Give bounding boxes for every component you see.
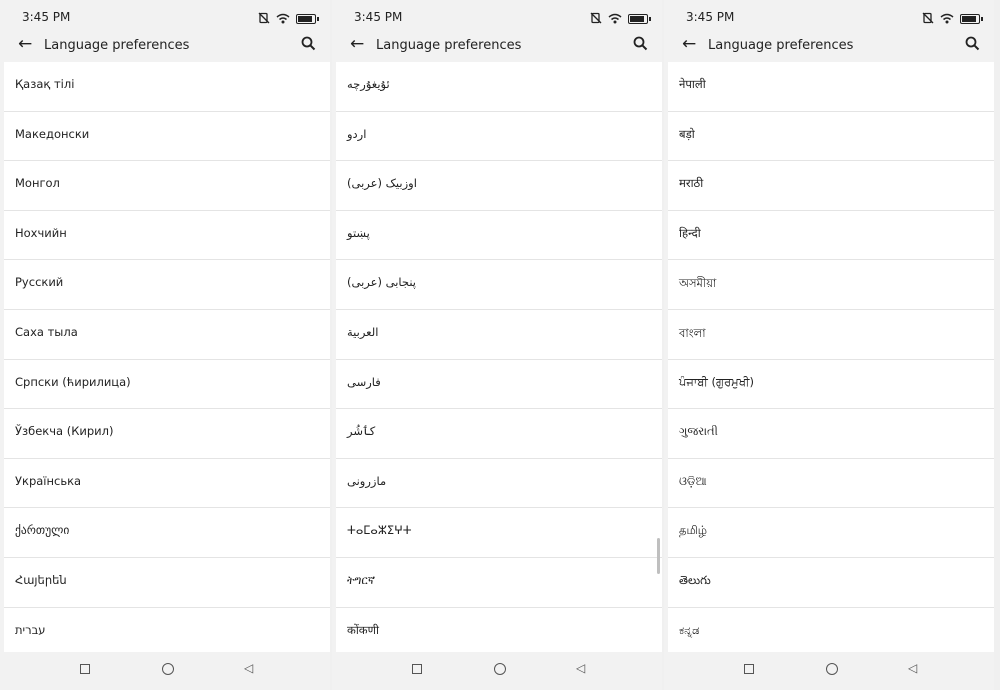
- status-time: 3:45 PM: [354, 10, 403, 24]
- language-list: नेपाली बड़ो मराठी हिन्दी অসমীয়া বাংলা ਪ…: [668, 62, 994, 652]
- recents-square-icon[interactable]: [744, 664, 754, 674]
- back-triangle-icon[interactable]: ◁: [908, 661, 917, 675]
- status-bar: 3:45 PM: [664, 0, 994, 34]
- status-bar: 3:45 PM: [0, 0, 330, 34]
- page-title: Language preferences: [708, 38, 854, 53]
- status-time: 3:45 PM: [686, 10, 735, 24]
- recents-square-icon[interactable]: [80, 664, 90, 674]
- phone-screen-2: 3:45 PM ← Language preferences ئۇيغۇرچە …: [332, 0, 662, 690]
- language-item[interactable]: ગુજરાતી: [668, 409, 994, 459]
- recents-square-icon[interactable]: [412, 664, 422, 674]
- language-item[interactable]: Монгол: [4, 161, 330, 211]
- mute-icon: [922, 9, 934, 28]
- back-triangle-icon[interactable]: ◁: [576, 661, 585, 675]
- search-icon[interactable]: [633, 36, 648, 55]
- phone-screen-1: 3:45 PM ← Language preferences Қазақ тіл…: [0, 0, 330, 690]
- navigation-bar: ◁: [4, 652, 330, 686]
- language-item[interactable]: বাংলা: [668, 310, 994, 360]
- language-item[interactable]: Հայերեն: [4, 558, 330, 608]
- home-circle-icon[interactable]: [826, 663, 838, 675]
- language-item[interactable]: Русский: [4, 260, 330, 310]
- wifi-icon: [940, 9, 954, 28]
- language-item[interactable]: مازرونی: [336, 459, 662, 509]
- mute-icon: [590, 9, 602, 28]
- back-triangle-icon[interactable]: ◁: [244, 661, 253, 675]
- app-bar: ← Language preferences: [0, 30, 330, 62]
- language-item[interactable]: پښتو: [336, 211, 662, 261]
- battery-icon: [296, 13, 319, 24]
- language-item[interactable]: தமிழ்: [668, 508, 994, 558]
- language-item[interactable]: עברית: [4, 608, 330, 658]
- battery-icon: [960, 13, 983, 24]
- status-time: 3:45 PM: [22, 10, 71, 24]
- language-item[interactable]: Ўзбекча (Кирил): [4, 409, 330, 459]
- language-item[interactable]: ⵜⴰⵎⴰⵣⵉⵖⵜ: [336, 508, 662, 558]
- language-item[interactable]: اوزبیک (عربی): [336, 161, 662, 211]
- language-item[interactable]: Српски (ћирилица): [4, 360, 330, 410]
- wifi-icon: [608, 9, 622, 28]
- language-item[interactable]: کٲشُر: [336, 409, 662, 459]
- page-title: Language preferences: [376, 38, 522, 53]
- language-item[interactable]: Нохчийн: [4, 211, 330, 261]
- language-list: ئۇيغۇرچە اردو اوزبیک (عربی) پښتو پنجابی …: [336, 62, 662, 652]
- battery-icon: [628, 13, 651, 24]
- language-item[interactable]: नेपाली: [668, 62, 994, 112]
- language-item[interactable]: ಕನ್ನಡ: [668, 608, 994, 658]
- language-item[interactable]: অসমীয়া: [668, 260, 994, 310]
- language-item[interactable]: ਪੰਜਾਬੀ (ਗੁਰਮੁਖੀ): [668, 360, 994, 410]
- language-item[interactable]: فارسی: [336, 360, 662, 410]
- language-item[interactable]: Македонски: [4, 112, 330, 162]
- language-item[interactable]: Українська: [4, 459, 330, 509]
- language-item[interactable]: ትግርኛ: [336, 558, 662, 608]
- navigation-bar: ◁: [668, 652, 994, 686]
- language-item[interactable]: मराठी: [668, 161, 994, 211]
- language-list: Қазақ тілі Македонски Монгол Нохчийн Рус…: [4, 62, 330, 652]
- home-circle-icon[interactable]: [494, 663, 506, 675]
- back-arrow-icon[interactable]: ←: [18, 35, 32, 53]
- language-item[interactable]: العربية: [336, 310, 662, 360]
- back-arrow-icon[interactable]: ←: [682, 35, 696, 53]
- language-item[interactable]: اردو: [336, 112, 662, 162]
- back-arrow-icon[interactable]: ←: [350, 35, 364, 53]
- mute-icon: [258, 9, 270, 28]
- language-item[interactable]: پنجابی (عربی): [336, 260, 662, 310]
- search-icon[interactable]: [965, 36, 980, 55]
- scrollbar[interactable]: [657, 538, 660, 574]
- search-icon[interactable]: [301, 36, 316, 55]
- language-item[interactable]: ئۇيغۇرچە: [336, 62, 662, 112]
- language-item[interactable]: हिन्दी: [668, 211, 994, 261]
- language-item[interactable]: ქართული: [4, 508, 330, 558]
- home-circle-icon[interactable]: [162, 663, 174, 675]
- language-item[interactable]: कोंकणी: [336, 608, 662, 658]
- phone-screen-3: 3:45 PM ← Language preferences नेपाली बड…: [664, 0, 994, 690]
- status-bar: 3:45 PM: [332, 0, 662, 34]
- app-bar: ← Language preferences: [332, 30, 662, 62]
- language-item[interactable]: बड़ो: [668, 112, 994, 162]
- language-item[interactable]: Қазақ тілі: [4, 62, 330, 112]
- language-item[interactable]: Саха тыла: [4, 310, 330, 360]
- navigation-bar: ◁: [336, 652, 662, 686]
- language-item[interactable]: ଓଡ଼ିଆ: [668, 459, 994, 509]
- page-title: Language preferences: [44, 38, 190, 53]
- app-bar: ← Language preferences: [664, 30, 994, 62]
- language-item[interactable]: తెలుగు: [668, 558, 994, 608]
- wifi-icon: [276, 9, 290, 28]
